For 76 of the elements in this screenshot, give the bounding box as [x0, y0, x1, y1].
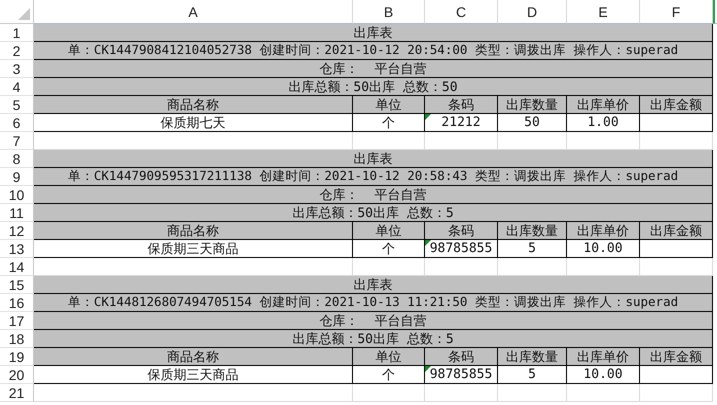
column-title-cell: 出库金额 — [640, 96, 713, 114]
row-header[interactable]: 9 — [0, 168, 34, 186]
column-header[interactable]: D — [498, 0, 567, 24]
price-cell: 10.00 — [567, 240, 640, 258]
column-title-cell: 单位 — [353, 222, 425, 240]
column-title-cell: 单位 — [353, 348, 425, 366]
row-header[interactable]: 19 — [0, 348, 34, 366]
row-header[interactable]: 20 — [0, 366, 34, 384]
quantity-cell: 5 — [498, 240, 567, 258]
row-header[interactable]: 17 — [0, 312, 34, 330]
unit-cell: 个 — [353, 240, 425, 258]
quantity-cell: 5 — [498, 366, 567, 384]
unit-cell: 个 — [353, 114, 425, 132]
column-header[interactable]: B — [353, 0, 425, 24]
select-all-corner[interactable] — [0, 0, 34, 24]
column-title-cell: 商品名称 — [34, 348, 353, 366]
row-header[interactable]: 3 — [0, 60, 34, 78]
row-header[interactable]: 12 — [0, 222, 34, 240]
column-title-cell: 出库金额 — [640, 222, 713, 240]
select-all-icon — [18, 8, 30, 20]
merged-cell: 出库总额：50出库 总数：5 — [34, 330, 713, 348]
row-header[interactable]: 1 — [0, 24, 34, 42]
column-title-cell: 商品名称 — [34, 222, 353, 240]
row-header[interactable]: 4 — [0, 78, 34, 96]
row-header[interactable]: 5 — [0, 96, 34, 114]
merged-cell: 出库表 — [34, 276, 713, 294]
merged-cell: 出库表 — [34, 150, 713, 168]
row-header[interactable]: 18 — [0, 330, 34, 348]
column-title-cell: 出库单价 — [567, 222, 640, 240]
column-header[interactable]: A — [34, 0, 353, 24]
barcode-cell: 98785855 — [425, 366, 498, 384]
order-info-cell: 单：CK1447909595317211138 创建时间：2021-10-12 20:58:43 类型：调拨出库 操作人：superad — [34, 168, 713, 186]
row-header[interactable]: 2 — [0, 42, 34, 60]
row-header[interactable]: 11 — [0, 204, 34, 222]
product-name-cell: 保质期三天商品 — [34, 240, 353, 258]
column-title-cell: 条码 — [425, 96, 498, 114]
row-header[interactable]: 7 — [0, 132, 34, 150]
order-info-cell: 单：CK1448126807494705154 创建时间：2021-10-13 11:21:50 类型：调拨出库 操作人：superad — [34, 294, 713, 312]
empty-cell — [498, 384, 567, 402]
merged-cell: 仓库： 平台自营 — [34, 60, 713, 78]
column-header[interactable]: E — [567, 0, 640, 24]
merged-cell: 仓库： 平台自营 — [34, 186, 713, 204]
column-title-cell: 条码 — [425, 348, 498, 366]
barcode-cell: 98785855 — [425, 240, 498, 258]
price-cell: 1.00 — [567, 114, 640, 132]
barcode-cell: 21212 — [425, 114, 498, 132]
empty-cell — [353, 384, 425, 402]
column-title-cell: 出库金额 — [640, 348, 713, 366]
column-header[interactable]: F — [640, 0, 713, 24]
row-header[interactable]: 6 — [0, 114, 34, 132]
column-title-cell: 出库数量 — [498, 348, 567, 366]
product-name-cell: 保质期三天商品 — [34, 366, 353, 384]
row-header[interactable]: 13 — [0, 240, 34, 258]
column-title-cell: 商品名称 — [34, 96, 353, 114]
column-header[interactable]: C — [425, 0, 498, 24]
column-title-cell: 出库数量 — [498, 222, 567, 240]
row-header[interactable]: 16 — [0, 294, 34, 312]
price-cell: 10.00 — [567, 366, 640, 384]
merged-cell: 出库表 — [34, 24, 713, 42]
product-name-cell: 保质期七天 — [34, 114, 353, 132]
order-info-cell: 单：CK1447908412104052738 创建时间：2021-10-12 20:54:00 类型：调拨出库 操作人：superad — [34, 42, 713, 60]
quantity-cell: 50 — [498, 114, 567, 132]
column-title-cell: 条码 — [425, 222, 498, 240]
merged-cell: 仓库： 平台自营 — [34, 312, 713, 330]
row-header[interactable]: 14 — [0, 258, 34, 276]
row-header[interactable]: 10 — [0, 186, 34, 204]
row-header[interactable]: 15 — [0, 276, 34, 294]
column-title-cell: 单位 — [353, 96, 425, 114]
unit-cell: 个 — [353, 366, 425, 384]
column-title-cell: 出库单价 — [567, 96, 640, 114]
row-header[interactable]: 21 — [0, 384, 34, 402]
column-title-cell: 出库数量 — [498, 96, 567, 114]
merged-cell: 出库总额：50出库 总数：5 — [34, 204, 713, 222]
column-title-cell: 出库单价 — [567, 348, 640, 366]
merged-cell: 出库总额：50出库 总数：50 — [34, 78, 713, 96]
row-header[interactable]: 8 — [0, 150, 34, 168]
